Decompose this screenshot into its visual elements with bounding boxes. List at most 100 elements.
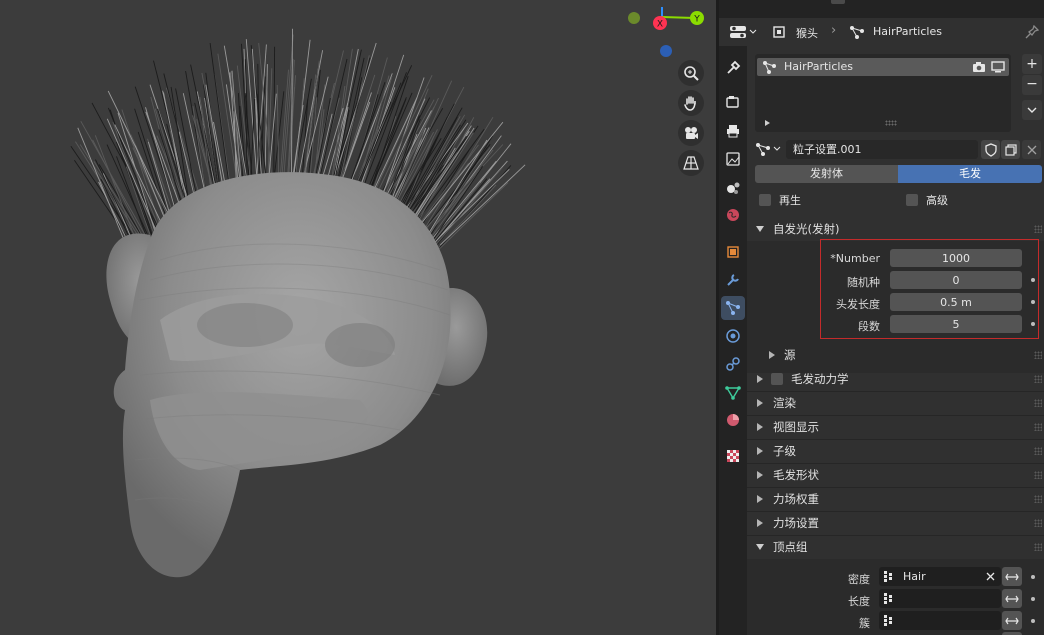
keyframe-dot[interactable] bbox=[1031, 322, 1035, 326]
specials-menu-button[interactable] bbox=[1022, 100, 1042, 120]
unlink-button[interactable] bbox=[1022, 140, 1041, 159]
segments-field[interactable]: 5 bbox=[890, 315, 1022, 333]
world-tab[interactable] bbox=[721, 203, 745, 227]
keyframe-dot[interactable] bbox=[1031, 619, 1035, 623]
clear-icon[interactable] bbox=[986, 572, 995, 581]
view-layer-tab[interactable] bbox=[721, 147, 745, 171]
3d-viewport[interactable]: X Y bbox=[0, 0, 716, 635]
object-tab[interactable] bbox=[721, 240, 745, 264]
breadcrumb-separator: › bbox=[831, 23, 837, 38]
swap-arrows-icon bbox=[1005, 573, 1019, 580]
modifier-tab[interactable] bbox=[721, 268, 745, 292]
section-title: 毛发动力学 bbox=[791, 372, 849, 386]
density-vgroup-field[interactable]: Hair bbox=[879, 567, 1001, 586]
output-tab[interactable] bbox=[721, 119, 745, 143]
keyframe-dot[interactable] bbox=[1031, 278, 1035, 282]
scene-tab[interactable] bbox=[721, 175, 745, 199]
invert-toggle[interactable] bbox=[1002, 611, 1022, 630]
keyframe-dot[interactable] bbox=[1031, 575, 1035, 579]
render-tab[interactable] bbox=[721, 90, 745, 114]
particle-system-list-item[interactable]: HairParticles bbox=[757, 58, 1009, 76]
top-strip bbox=[719, 0, 1044, 18]
keyframe-dot[interactable] bbox=[1031, 597, 1035, 601]
properties-tabs bbox=[719, 46, 747, 635]
render-icon bbox=[726, 96, 739, 108]
advanced-label: 高级 bbox=[926, 194, 948, 207]
fake-user-button[interactable] bbox=[981, 140, 1000, 159]
texture-tab[interactable] bbox=[721, 444, 745, 468]
axis-gizmo[interactable]: X Y bbox=[620, 5, 710, 65]
collapse-arrow-icon bbox=[757, 519, 763, 527]
vertex-group-icon bbox=[884, 571, 892, 582]
hand-pan-icon[interactable] bbox=[678, 90, 704, 116]
hair-shape-panel-header[interactable]: 毛发形状 bbox=[747, 463, 1044, 487]
hair-dynamics-panel-header[interactable]: 毛发动力学 bbox=[747, 367, 1044, 391]
tool-tab[interactable] bbox=[721, 56, 745, 80]
settings-name-field[interactable]: 粒子设置.001 bbox=[786, 140, 978, 159]
expand-arrow-icon bbox=[756, 226, 764, 232]
list-resize-grip[interactable] bbox=[885, 120, 897, 126]
particles-tab[interactable] bbox=[721, 296, 745, 320]
invert-toggle[interactable] bbox=[1002, 589, 1022, 608]
camera-render-icon[interactable] bbox=[972, 61, 986, 73]
section-title: 力场权重 bbox=[773, 492, 819, 506]
checker-icon bbox=[727, 450, 739, 462]
advanced-checkbox[interactable]: 高级 bbox=[906, 192, 948, 208]
duplicate-button[interactable] bbox=[1001, 140, 1020, 159]
seed-label: 随机种 bbox=[847, 276, 880, 289]
emission-panel-header[interactable]: 自发光(发射) bbox=[747, 217, 1044, 241]
close-icon bbox=[1027, 145, 1036, 154]
keyframe-dot[interactable] bbox=[1031, 300, 1035, 304]
camera-icon[interactable] bbox=[678, 120, 704, 146]
checkbox-box[interactable] bbox=[759, 194, 771, 206]
grid-perspective-icon[interactable] bbox=[678, 150, 704, 176]
zoom-icon[interactable] bbox=[678, 60, 704, 86]
hair-strand bbox=[332, 42, 377, 186]
regenerate-checkbox[interactable]: 再生 bbox=[759, 192, 801, 208]
length-vgroup-field[interactable] bbox=[879, 589, 1001, 608]
hair-length-field[interactable]: 0.5 m bbox=[890, 293, 1022, 311]
regenerate-label: 再生 bbox=[779, 194, 801, 207]
remove-slot-button[interactable]: − bbox=[1022, 75, 1042, 95]
hair-length-label: 头发长度 bbox=[836, 298, 880, 311]
pin-icon[interactable] bbox=[1025, 25, 1039, 39]
particle-properties: HairParticles + − 粒子设置.001 发射体 毛发 再生 高级 … bbox=[747, 46, 1044, 635]
material-icon bbox=[727, 414, 739, 426]
monkey-hair-render bbox=[70, 28, 526, 578]
type-tab-emitter[interactable]: 发射体 bbox=[755, 165, 898, 183]
object-icon bbox=[773, 26, 785, 38]
physics-icon bbox=[726, 329, 740, 343]
hair-strand bbox=[355, 82, 402, 193]
section-title: 视图显示 bbox=[773, 420, 819, 434]
number-label: *Number bbox=[830, 252, 880, 265]
render-panel-header[interactable]: 渲染 bbox=[747, 391, 1044, 415]
data-tab[interactable] bbox=[721, 380, 745, 404]
constraints-tab[interactable] bbox=[721, 352, 745, 376]
invert-toggle[interactable] bbox=[1002, 567, 1022, 586]
physics-tab[interactable] bbox=[721, 324, 745, 348]
neg-y-axis-dot bbox=[628, 12, 640, 24]
emission-title: 自发光(发射) bbox=[773, 222, 840, 236]
clump-vgroup-field[interactable] bbox=[879, 611, 1001, 630]
hair-dynamics-checkbox[interactable] bbox=[771, 373, 783, 385]
material-tab[interactable] bbox=[721, 408, 745, 432]
editor-type-button[interactable] bbox=[729, 23, 759, 41]
checkbox-box[interactable] bbox=[906, 194, 918, 206]
vertex-groups-panel-header[interactable]: 顶点组 bbox=[747, 535, 1044, 559]
list-expand-arrow[interactable] bbox=[765, 116, 770, 129]
particle-system-list: HairParticles bbox=[755, 54, 1011, 132]
settings-type-menu[interactable] bbox=[755, 140, 783, 158]
source-subpanel-header[interactable]: 源 bbox=[769, 343, 1029, 367]
seed-field[interactable]: 0 bbox=[890, 271, 1022, 289]
type-tab-hair[interactable]: 毛发 bbox=[898, 165, 1042, 183]
shield-icon bbox=[984, 142, 997, 157]
constraint-icon bbox=[726, 357, 740, 371]
add-slot-button[interactable]: + bbox=[1022, 54, 1042, 74]
force-field-settings-panel-header[interactable]: 力场设置 bbox=[747, 511, 1044, 535]
density-label: 密度 bbox=[848, 573, 870, 586]
field-weights-panel-header[interactable]: 力场权重 bbox=[747, 487, 1044, 511]
number-field[interactable]: 1000 bbox=[890, 249, 1022, 267]
viewport-display-panel-header[interactable]: 视图显示 bbox=[747, 415, 1044, 439]
children-panel-header[interactable]: 子级 bbox=[747, 439, 1044, 463]
monitor-icon[interactable] bbox=[991, 61, 1005, 73]
